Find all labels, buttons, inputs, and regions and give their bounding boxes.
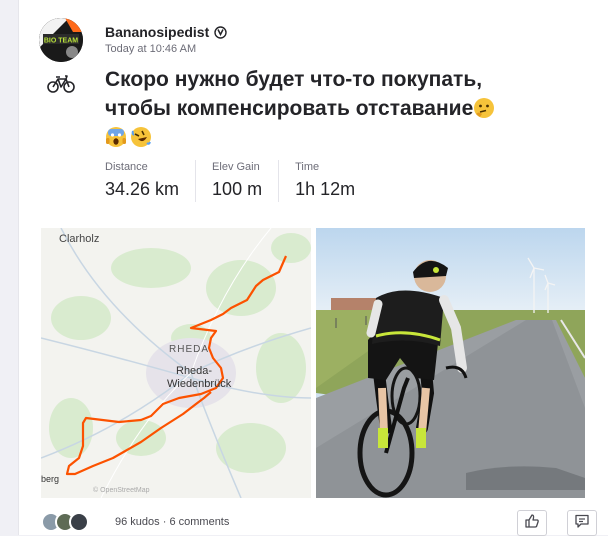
title-line-1[interactable]: Скоро нужно будет что-то покупать, bbox=[105, 65, 575, 94]
map-attribution: © OpenStreetMap bbox=[93, 486, 150, 494]
activity-photo[interactable] bbox=[316, 228, 585, 498]
route-map[interactable]: Clarholz RHEDA Rheda- Wiedenbrück berg ©… bbox=[41, 228, 311, 498]
activity-footer: 96 kudos · 6 comments bbox=[41, 510, 601, 536]
comment-button[interactable] bbox=[567, 510, 597, 536]
thumbs-up-icon bbox=[524, 513, 540, 534]
kudos-count[interactable]: 96 kudos bbox=[115, 516, 160, 528]
title-line-2[interactable]: чтобы компенсировать отставание bbox=[105, 94, 575, 123]
stat-time: Time 1h 12m bbox=[295, 160, 371, 202]
title-line-2-text[interactable]: чтобы компенсировать отставание bbox=[105, 97, 473, 120]
bicycle-icon bbox=[47, 74, 75, 94]
comment-icon bbox=[574, 513, 590, 534]
activity-card: BIO TEAM Bananosipedist Today at 10:46 A… bbox=[18, 0, 608, 536]
activity-timestamp: Today at 10:46 AM bbox=[105, 43, 197, 55]
title-line-3 bbox=[105, 123, 575, 152]
comments-count[interactable]: 6 comments bbox=[169, 516, 229, 528]
stat-value: 34.26 km bbox=[105, 179, 180, 199]
verified-badge-icon bbox=[214, 25, 227, 39]
stat-elev-gain: Elev Gain 100 m bbox=[212, 160, 280, 202]
stat-label: Time bbox=[295, 161, 320, 173]
avatar-logo-text: BIO TEAM bbox=[44, 38, 78, 45]
activity-title[interactable]: Скоро нужно будет что-то покупать, чтобы… bbox=[105, 65, 575, 152]
screaming-face-emoji bbox=[105, 126, 127, 148]
kudos-button[interactable] bbox=[517, 510, 547, 536]
activity-stats: Distance 34.26 km Elev Gain 100 m Time 1… bbox=[105, 160, 387, 202]
kudos-summary: 96 kudos · 6 comments bbox=[115, 516, 229, 528]
stat-label: Elev Gain bbox=[212, 161, 260, 173]
stat-distance: Distance 34.26 km bbox=[105, 160, 197, 202]
stat-value: 100 m bbox=[212, 179, 263, 199]
stat-value: 1h 12m bbox=[295, 179, 356, 199]
athlete-name-text[interactable]: Bananosipedist bbox=[105, 24, 209, 40]
athlete-avatar[interactable]: BIO TEAM bbox=[39, 18, 83, 62]
rolling-laughing-emoji bbox=[130, 126, 152, 148]
thinking-face-emoji bbox=[473, 97, 495, 119]
map-label-edge: berg bbox=[41, 474, 59, 484]
map-label-city-2: Wiedenbrück bbox=[167, 378, 232, 390]
athlete-name[interactable]: Bananosipedist bbox=[105, 24, 227, 40]
kudos-avatars[interactable] bbox=[41, 512, 89, 532]
map-label-city-1: Rheda- bbox=[176, 365, 212, 377]
map-label-rheda: RHEDA bbox=[169, 344, 209, 355]
avatar[interactable] bbox=[69, 512, 89, 532]
separator: · bbox=[162, 516, 167, 528]
stat-label: Distance bbox=[105, 161, 148, 173]
map-label-clarholz: Clarholz bbox=[59, 233, 99, 245]
